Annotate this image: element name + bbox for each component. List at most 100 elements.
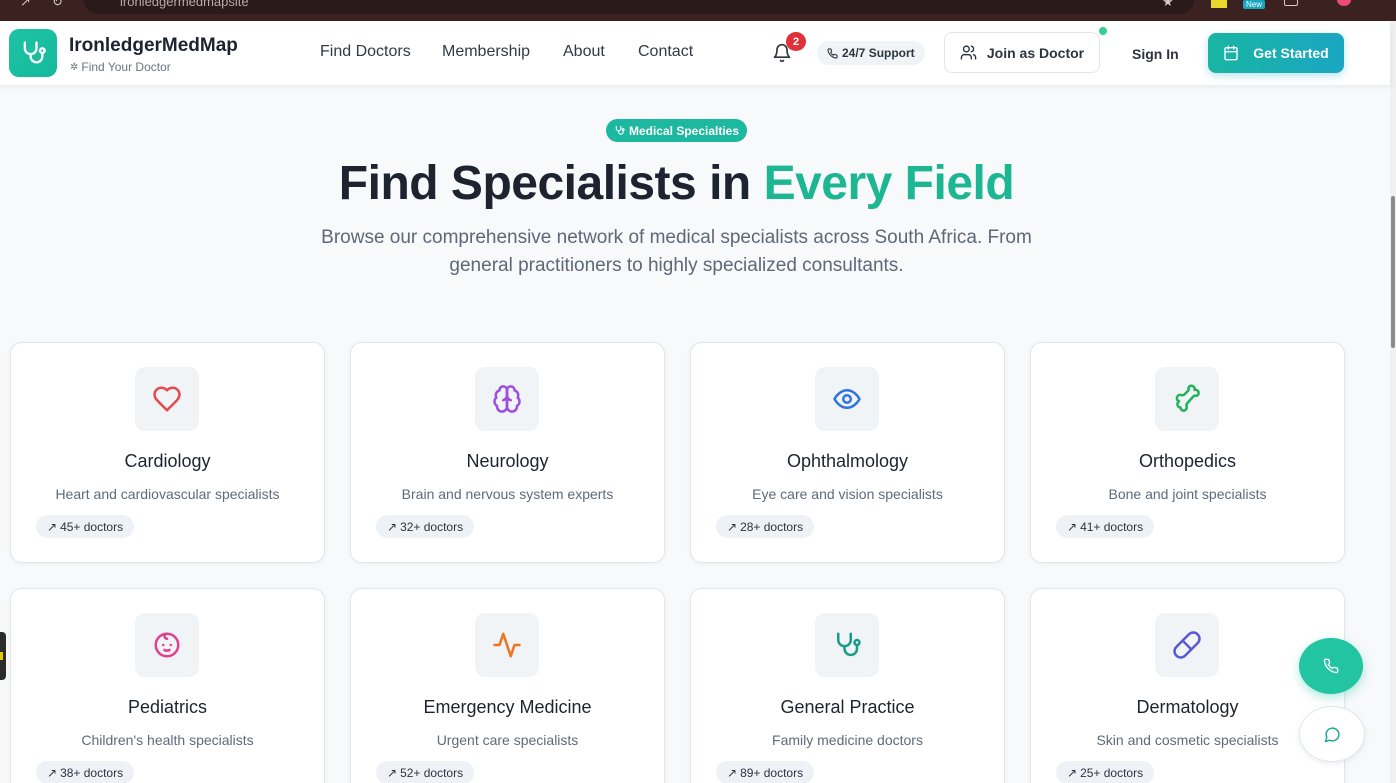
specialty-icon-box xyxy=(475,613,539,677)
specialty-card-neurology[interactable]: Neurology Brain and nervous system expert… xyxy=(350,342,665,563)
doctor-count-label: 52+ doctors xyxy=(400,765,464,780)
bookmark-star-icon[interactable]: ★ xyxy=(1162,0,1174,10)
phone-icon xyxy=(827,47,838,59)
status-dot xyxy=(1099,27,1107,35)
specialty-icon-box xyxy=(475,367,539,431)
nav-contact[interactable]: Contact xyxy=(638,43,693,61)
specialty-card-orthopedics[interactable]: Orthopedics Bone and joint specialists ↗ 41… xyxy=(1030,342,1345,563)
doctor-count-label: 41+ doctors xyxy=(1080,519,1144,534)
bone-icon xyxy=(1175,384,1200,412)
chat-fab-button[interactable] xyxy=(1299,706,1365,762)
tab-search-icon[interactable] xyxy=(1284,0,1298,6)
specialty-icon-box xyxy=(135,367,199,431)
activity-icon xyxy=(493,632,521,658)
specialty-card-emergency-medicine[interactable]: Emergency Medicine Urgent care specialist… xyxy=(350,588,665,783)
doctor-count-badge: ↗ 32+ doctors xyxy=(376,515,475,538)
trending-up-icon: ↗ xyxy=(1067,519,1078,534)
sign-in-link[interactable]: Sign In xyxy=(1132,46,1179,62)
heart-icon xyxy=(153,386,181,412)
trending-up-icon: ↗ xyxy=(1067,765,1078,780)
support-badge[interactable]: 24/7 Support xyxy=(817,41,925,65)
doctor-count-label: 38+ doctors xyxy=(60,765,124,780)
sparkle-icon: ✲ xyxy=(70,61,79,73)
specialty-card-pediatrics[interactable]: Pediatrics Children's health specialists ↗… xyxy=(10,588,325,783)
join-as-doctor-label: Join as Doctor xyxy=(986,44,1085,61)
specialty-card-dermatology[interactable]: Dermatology Skin and cosmetic specialists… xyxy=(1030,588,1345,783)
reload-icon[interactable]: ↻ xyxy=(52,0,63,10)
specialty-icon-box xyxy=(135,613,199,677)
title-main: Find Specialists in xyxy=(338,157,764,210)
extension-icon[interactable] xyxy=(1211,0,1227,8)
doctor-count-label: 25+ doctors xyxy=(1080,765,1144,780)
specialty-icon-box xyxy=(815,367,879,431)
specialty-title: Dermatology xyxy=(1136,697,1239,717)
site-header: IronledgerMedMap ✲ Find Your Doctor Find… xyxy=(0,21,1390,85)
specialty-icon-box xyxy=(815,613,879,677)
back-icon[interactable]: ↗ xyxy=(20,0,31,10)
scrollbar-thumb[interactable] xyxy=(1391,196,1395,348)
stethoscope-icon xyxy=(837,632,861,657)
trending-up-icon: ↗ xyxy=(727,519,738,534)
doctor-count-badge: ↗ 38+ doctors xyxy=(36,761,135,783)
nav-membership[interactable]: Membership xyxy=(442,43,530,61)
extension-new-badge[interactable]: New xyxy=(1243,0,1266,9)
stethoscope-icon xyxy=(615,125,625,135)
section-pill-label: Medical Specialties xyxy=(628,123,740,138)
support-label: 24/7 Support xyxy=(842,46,915,60)
doctor-count-badge: ↗ 45+ doctors xyxy=(36,515,135,538)
specialty-title: Ophthalmology xyxy=(786,451,909,471)
specialty-title: General Practice xyxy=(780,697,915,717)
specialty-title: Pediatrics xyxy=(127,697,208,717)
specialty-card-general-practice[interactable]: General Practice Family medicine doctors ↗… xyxy=(690,588,1005,783)
trending-up-icon: ↗ xyxy=(47,519,58,534)
join-as-doctor-button[interactable]: Join as Doctor xyxy=(944,32,1100,73)
notification-badge: 2 xyxy=(786,32,806,51)
specialty-description: Children's health specialists xyxy=(81,732,254,748)
profile-avatar[interactable] xyxy=(1337,0,1351,6)
side-panel-handle[interactable] xyxy=(0,632,6,680)
specialty-icon-box xyxy=(1155,613,1219,677)
doctor-count-label: 89+ doctors xyxy=(740,765,804,780)
baby-icon xyxy=(154,632,180,658)
trending-up-icon: ↗ xyxy=(387,765,398,780)
specialty-title: Neurology xyxy=(466,451,549,471)
trending-up-icon: ↗ xyxy=(47,765,58,780)
brand-tagline: ✲ Find Your Doctor xyxy=(70,60,171,74)
specialty-card-ophthalmology[interactable]: Ophthalmology Eye care and vision special… xyxy=(690,342,1005,563)
pill-icon xyxy=(1173,631,1201,659)
logo-mark[interactable] xyxy=(9,29,57,77)
specialty-title: Cardiology xyxy=(124,451,211,471)
specialty-description: Skin and cosmetic specialists xyxy=(1096,732,1279,748)
doctor-count-badge: ↗ 28+ doctors xyxy=(716,515,815,538)
users-icon xyxy=(960,45,977,60)
doctor-count-badge: ↗ 41+ doctors xyxy=(1056,515,1155,538)
brand-name[interactable]: IronledgerMedMap xyxy=(69,35,238,57)
address-bar-url[interactable]: ironledgermedmapsite xyxy=(120,0,249,9)
title-accent: Every Field xyxy=(763,157,1015,210)
call-fab-button[interactable] xyxy=(1299,638,1363,694)
doctor-count-label: 32+ doctors xyxy=(400,519,464,534)
page-scrollbar[interactable] xyxy=(1390,21,1396,783)
trending-up-icon: ↗ xyxy=(727,765,738,780)
stethoscope-icon xyxy=(23,41,46,64)
specialty-card-cardiology[interactable]: Cardiology Heart and cardiovascular speci… xyxy=(10,342,325,563)
page-subtitle: Browse our comprehensive network of medi… xyxy=(321,227,1032,276)
specialty-icon-box xyxy=(1155,367,1219,431)
get-started-button[interactable]: Get Started xyxy=(1208,33,1344,73)
nav-find-doctors[interactable]: Find Doctors xyxy=(320,43,411,61)
doctor-count-badge: ↗ 89+ doctors xyxy=(716,761,815,783)
doctor-count-badge: ↗ 25+ doctors xyxy=(1056,761,1155,783)
section-pill: Medical Specialties xyxy=(606,119,747,142)
trending-up-icon: ↗ xyxy=(387,519,398,534)
browser-toolbar: ↗ ↻ ironledgermedmapsite ★ New xyxy=(0,0,1396,21)
specialty-title: Orthopedics xyxy=(1138,451,1237,471)
specialty-description: Brain and nervous system experts xyxy=(401,486,614,502)
address-bar[interactable] xyxy=(84,0,1194,14)
nav-about[interactable]: About xyxy=(563,43,605,61)
brain-icon xyxy=(493,385,521,413)
page-title: Find Specialists in Every Field xyxy=(0,156,1353,211)
specialty-description: Family medicine doctors xyxy=(772,732,923,748)
specialty-description: Urgent care specialists xyxy=(436,732,579,748)
doctor-count-label: 45+ doctors xyxy=(60,519,124,534)
calendar-icon xyxy=(1224,45,1238,61)
